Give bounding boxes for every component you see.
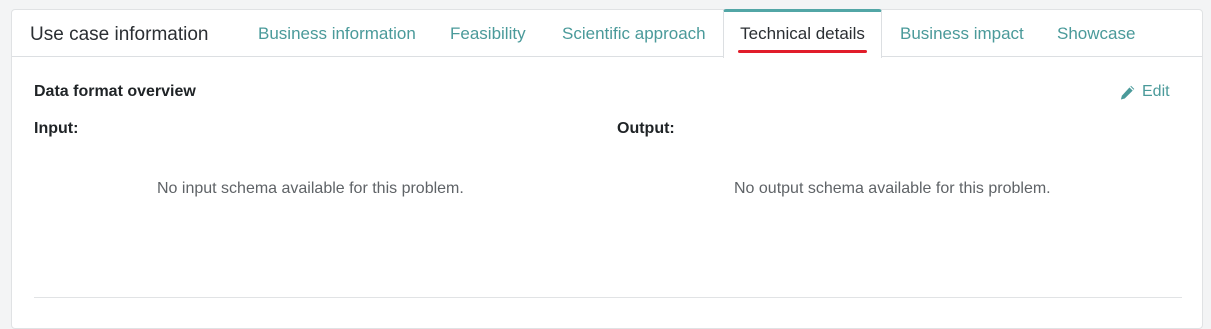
tab-technical-details-label: Technical details <box>740 24 865 43</box>
pencil-icon <box>1119 84 1136 101</box>
tab-business-information[interactable]: Business information <box>258 23 416 45</box>
tab-showcase[interactable]: Showcase <box>1057 23 1135 45</box>
tab-technical-details[interactable]: Technical details <box>723 9 882 58</box>
input-label: Input: <box>34 120 79 137</box>
tab-bar: Use case information Business informatio… <box>12 9 1202 58</box>
input-empty-message: No input schema available for this probl… <box>157 180 464 197</box>
output-empty-message: No output schema available for this prob… <box>734 180 1051 197</box>
tab-business-impact[interactable]: Business impact <box>900 23 1024 45</box>
edit-label: Edit <box>1142 83 1170 100</box>
tab-scientific-approach[interactable]: Scientific approach <box>562 23 706 45</box>
section-divider <box>34 297 1182 298</box>
tab-feasibility[interactable]: Feasibility <box>450 23 526 45</box>
card-title: Use case information <box>30 24 209 45</box>
edit-button[interactable]: Edit <box>1119 83 1170 101</box>
section-title: Data format overview <box>34 83 196 100</box>
use-case-card: Use case information Business informatio… <box>11 9 1203 329</box>
output-label: Output: <box>617 120 675 137</box>
active-tab-underline <box>738 50 867 53</box>
